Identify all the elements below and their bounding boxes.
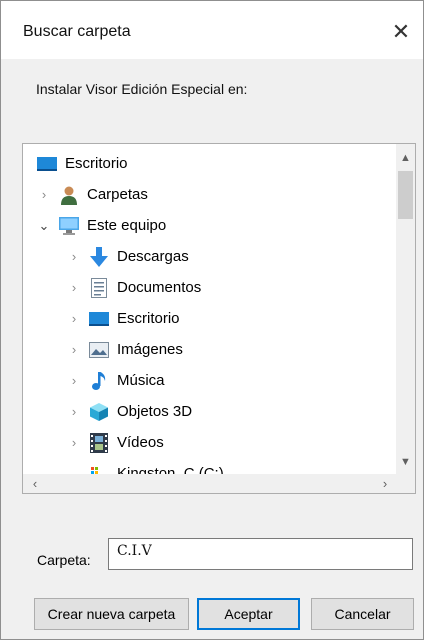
folder-tree[interactable]: Escritorio › Carpetas ⌄ Este equipo › De… [22, 143, 416, 494]
scroll-down-arrow-icon[interactable]: ▼ [396, 452, 415, 472]
desktop-icon [37, 154, 57, 174]
browse-folder-dialog: Buscar carpeta ✕ Instalar Visor Edición … [0, 0, 424, 640]
chevron-right-icon[interactable]: › [37, 185, 51, 205]
chevron-right-icon[interactable]: › [67, 278, 81, 298]
tree-item-musica[interactable]: › Música [67, 365, 165, 396]
tree-item-label: Música [117, 372, 165, 389]
tree-item-label: Este equipo [87, 217, 167, 234]
tree-item-label: Descargas [117, 248, 189, 265]
close-button[interactable]: ✕ [379, 15, 423, 49]
cancel-button[interactable]: Cancelar [311, 598, 414, 630]
tree-item-label: Escritorio [117, 310, 180, 327]
tree-item-videos[interactable]: › Vídeos [67, 427, 164, 458]
scroll-left-arrow-icon[interactable]: ‹ [25, 474, 45, 493]
tree-item-documentos[interactable]: › Documentos [67, 272, 201, 303]
chevron-right-icon[interactable]: › [67, 402, 81, 422]
music-icon [89, 371, 109, 391]
document-icon [89, 277, 109, 298]
tree-item-label: Objetos 3D [117, 403, 193, 420]
instruction-text: Instalar Visor Edición Especial en: [36, 81, 248, 97]
tree-item-label: Imágenes [117, 341, 183, 358]
horizontal-scrollbar[interactable]: ‹ › [23, 474, 415, 493]
tree-item-carpetas[interactable]: › Carpetas [37, 179, 148, 210]
scroll-up-arrow-icon[interactable]: ▲ [396, 148, 415, 168]
tree-item-label: Documentos [117, 279, 202, 296]
new-folder-button[interactable]: Crear nueva carpeta [34, 598, 189, 630]
vertical-scroll-thumb[interactable] [398, 171, 413, 219]
tree-item-imagenes[interactable]: › Imágenes [67, 334, 183, 365]
folder-name-input[interactable]: C.I.V [108, 538, 413, 570]
pictures-icon [89, 340, 109, 360]
tree-item-label: Escritorio [65, 155, 128, 172]
chevron-right-icon[interactable]: › [67, 371, 81, 391]
close-icon: ✕ [391, 19, 411, 44]
scroll-right-arrow-icon[interactable]: › [375, 474, 395, 493]
tree-item-label: Carpetas [87, 186, 148, 203]
tree-item-escritorio[interactable]: › Escritorio [67, 303, 180, 334]
title-bar: Buscar carpeta ✕ [1, 1, 423, 59]
chevron-down-icon[interactable]: ⌄ [37, 216, 51, 236]
vertical-scrollbar[interactable]: ▲ ▼ [396, 144, 415, 474]
computer-icon [59, 216, 79, 236]
chevron-right-icon[interactable]: › [67, 340, 81, 360]
tree-item-descargas[interactable]: › Descargas [67, 241, 189, 272]
video-icon [89, 432, 109, 453]
tree-item-label: Vídeos [117, 434, 164, 451]
folder-field-label: Carpeta: [37, 552, 91, 568]
tree-item-este-equipo[interactable]: ⌄ Este equipo [37, 210, 166, 241]
chevron-right-icon[interactable]: › [67, 247, 81, 267]
desktop-icon [89, 309, 109, 329]
tree-item-escritorio-root[interactable]: Escritorio [37, 148, 128, 179]
chevron-right-icon[interactable]: › [67, 433, 81, 453]
chevron-right-icon[interactable]: › [67, 309, 81, 329]
download-icon [89, 246, 109, 267]
ok-button[interactable]: Aceptar [197, 598, 300, 630]
cube-icon [89, 402, 109, 422]
tree-item-objetos-3d[interactable]: › Objetos 3D [67, 396, 192, 427]
user-icon [59, 185, 79, 205]
dialog-title: Buscar carpeta [23, 23, 131, 40]
